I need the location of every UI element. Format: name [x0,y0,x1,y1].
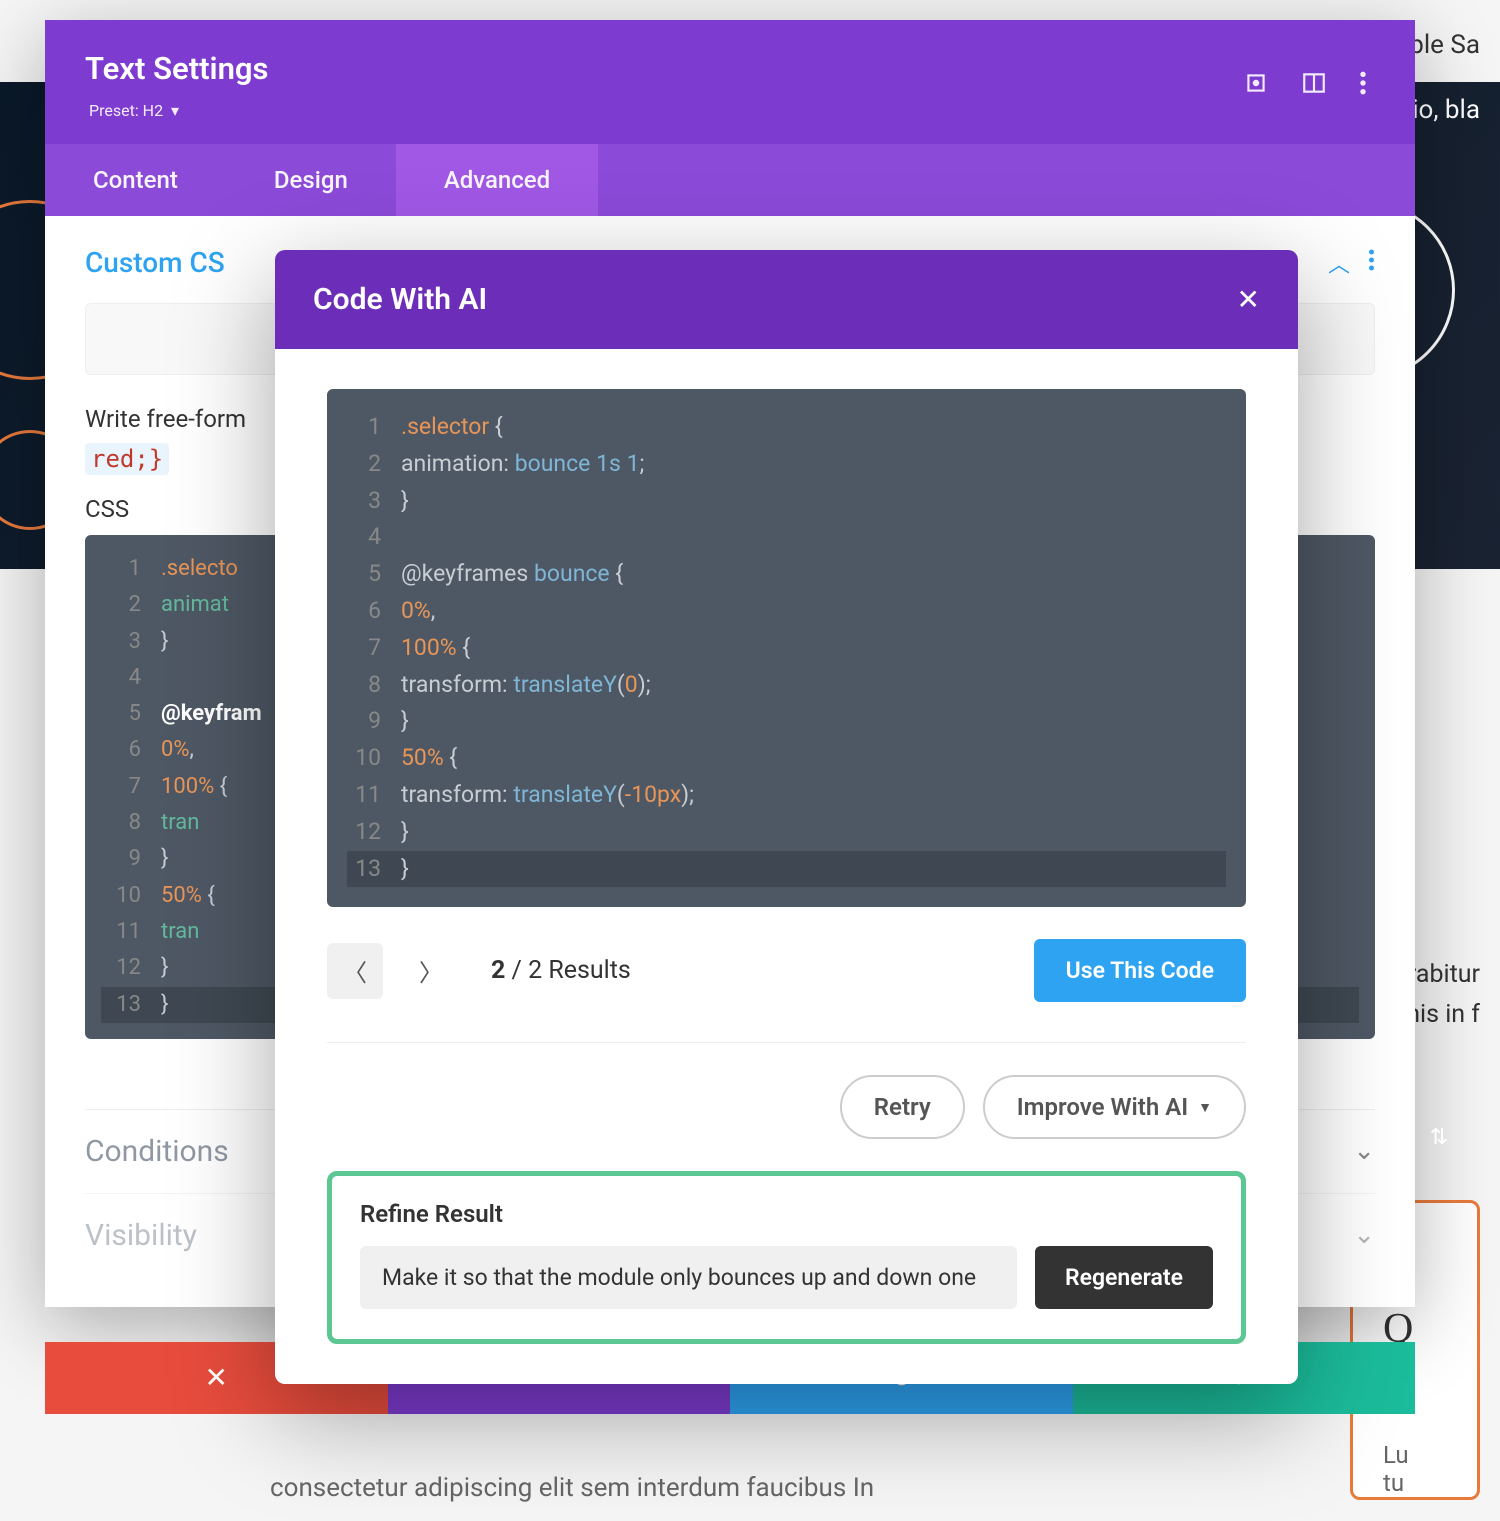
bg-text: ple Sa [1409,30,1480,60]
close-icon: ✕ [205,1361,228,1394]
code-pill: red;} [85,443,169,475]
ai-modal: Code With AI ✕ 1.selector {2 animation: … [275,250,1298,1384]
chevron-down-icon: ▼ [1198,1099,1212,1116]
ai-modal-title: Code With AI [313,282,487,317]
chevron-down-icon: ⌄ [1353,1136,1375,1166]
collapse-icon[interactable]: ︿ [1328,247,1350,279]
regenerate-button[interactable]: Regenerate [1035,1246,1213,1309]
sync-icon[interactable]: ⇅ [1430,1125,1448,1150]
modal-header: Text Settings Preset: H2 ▾ [45,20,1415,144]
expand-icon[interactable] [1243,70,1271,98]
columns-icon[interactable] [1301,70,1329,98]
chevron-down-icon: ▾ [167,101,179,120]
kebab-menu-icon[interactable] [1368,248,1375,278]
tabs: Content Design Advanced [45,144,1415,216]
bg-text: consectetur adipiscing elit sem interdum… [270,1473,874,1503]
section-title[interactable]: Custom CS [85,246,225,279]
modal-title: Text Settings [85,50,1375,87]
next-result-button[interactable]: 〉 [403,943,459,999]
kebab-menu-icon[interactable] [1359,70,1387,98]
tab-content[interactable]: Content [45,144,226,216]
chevron-left-icon: 〈 [343,953,367,988]
refine-label: Refine Result [360,1200,1213,1228]
retry-button[interactable]: Retry [840,1075,965,1139]
refine-result-box: Refine Result Regenerate [327,1171,1246,1344]
close-button[interactable]: ✕ [1237,283,1260,316]
preset-dropdown[interactable]: Preset: H2 ▾ [85,95,1375,122]
improve-with-ai-button[interactable]: Improve With AI▼ [983,1075,1246,1139]
refine-input[interactable] [360,1246,1017,1309]
tab-design[interactable]: Design [226,144,396,216]
tab-advanced[interactable]: Advanced [396,144,598,216]
ai-code-preview[interactable]: 1.selector {2 animation: bounce 1s 1;3}4… [327,389,1246,907]
chevron-right-icon: 〉 [419,953,443,988]
use-code-button[interactable]: Use This Code [1034,939,1246,1002]
prev-result-button[interactable]: 〈 [327,943,383,999]
chevron-down-icon: ⌄ [1353,1220,1375,1250]
results-counter: 2 / 2 Results [491,956,631,985]
